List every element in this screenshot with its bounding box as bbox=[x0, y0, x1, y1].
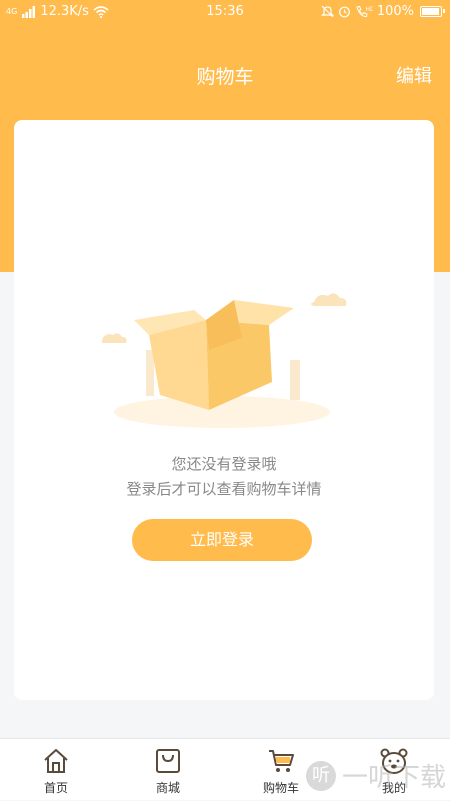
shop-bag-icon bbox=[156, 749, 180, 773]
empty-box-icon bbox=[102, 293, 347, 428]
home-icon bbox=[44, 749, 68, 773]
battery-percent: 100% bbox=[376, 4, 414, 19]
bottom-tab-bar: 首页 商城 购物车 我的 bbox=[0, 738, 450, 800]
edit-button[interactable]: 编辑 bbox=[396, 62, 432, 88]
hd-call-icon: HD bbox=[356, 5, 373, 18]
status-right: HD 100% bbox=[320, 4, 445, 19]
tab-cart[interactable]: 购物车 bbox=[225, 739, 337, 801]
tab-home[interactable]: 首页 bbox=[0, 739, 112, 801]
title-bar: 购物车 编辑 bbox=[0, 56, 450, 92]
cart-icon bbox=[269, 750, 294, 772]
tab-label: 购物车 bbox=[262, 781, 299, 795]
alarm-icon bbox=[338, 6, 350, 18]
empty-cart-card: 您还没有登录哦 登录后才可以查看购物车详情 立即登录 bbox=[14, 120, 434, 700]
page-title: 购物车 bbox=[196, 66, 254, 88]
mute-icon bbox=[320, 5, 334, 18]
login-button[interactable]: 立即登录 bbox=[132, 519, 312, 561]
status-bar: 4G 12.3K/s 15:36 HD 100% bbox=[0, 0, 450, 24]
svg-text:HD: HD bbox=[365, 6, 373, 13]
tab-shop[interactable]: 商城 bbox=[112, 739, 224, 801]
tab-label: 我的 bbox=[381, 781, 406, 795]
login-hint-title: 您还没有登录哦 bbox=[171, 455, 277, 473]
tab-label: 商城 bbox=[155, 781, 180, 795]
login-hint-desc: 登录后才可以查看购物车详情 bbox=[126, 480, 322, 498]
bear-face-icon bbox=[380, 748, 408, 774]
battery-icon bbox=[420, 6, 445, 17]
battery-fill bbox=[422, 8, 439, 15]
tab-mine[interactable]: 我的 bbox=[338, 739, 450, 801]
tab-label: 首页 bbox=[43, 781, 68, 795]
